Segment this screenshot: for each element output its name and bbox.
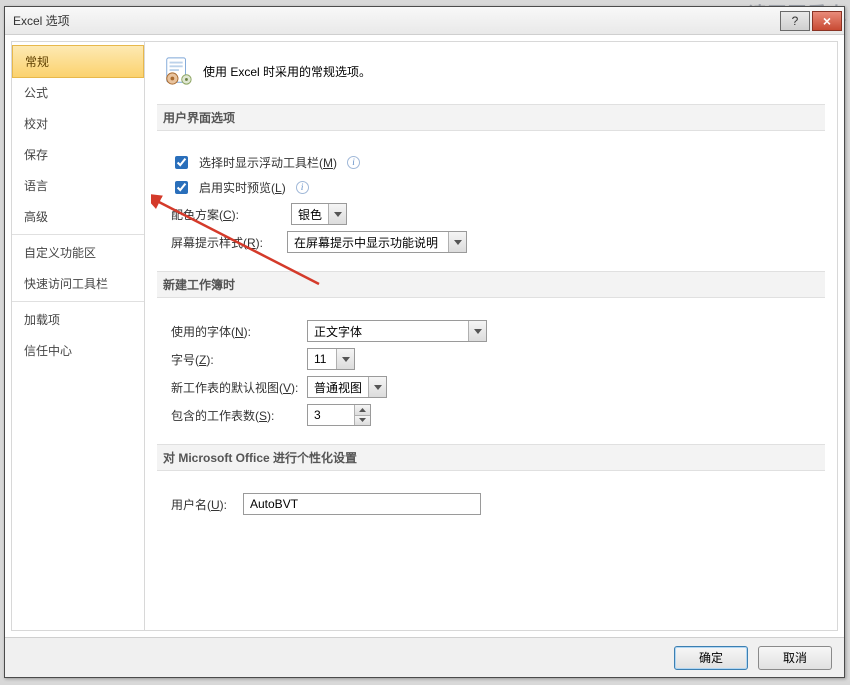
dropdown-button-icon[interactable] <box>468 321 486 341</box>
titlebar: Excel 选项 ? × <box>5 7 844 35</box>
new-workbook-group: 使用的字体(N): 正文字体 字号(Z): 11 <box>163 306 819 436</box>
close-button[interactable]: × <box>812 11 842 31</box>
info-icon[interactable]: i <box>296 181 309 194</box>
sidebar-item-formulas[interactable]: 公式 <box>12 77 144 108</box>
checkbox-mini-toolbar[interactable] <box>175 156 188 169</box>
sidebar-item-language[interactable]: 语言 <box>12 170 144 201</box>
section-title-personalize: 对 Microsoft Office 进行个性化设置 <box>157 444 825 471</box>
select-color-scheme-value: 银色 <box>292 204 328 224</box>
select-default-view[interactable]: 普通视图 <box>307 376 387 398</box>
sidebar-item-trust-center[interactable]: 信任中心 <box>12 335 144 366</box>
sidebar-item-general[interactable]: 常规 <box>12 45 144 78</box>
label-color-scheme: 配色方案(C): <box>171 206 239 223</box>
select-screentip-style[interactable]: 在屏幕提示中显示功能说明 <box>287 231 467 253</box>
sidebar-item-advanced[interactable]: 高级 <box>12 201 144 232</box>
ok-button[interactable]: 确定 <box>674 646 748 670</box>
label-mini-toolbar: 选择时显示浮动工具栏(M) <box>199 154 337 171</box>
dialog-window: Excel 选项 ? × 常规 公式 校对 保存 语言 高级 自定义功能区 快速… <box>4 6 845 678</box>
sidebar-item-customize-ribbon[interactable]: 自定义功能区 <box>12 237 144 268</box>
select-color-scheme[interactable]: 银色 <box>291 203 347 225</box>
select-default-view-value: 普通视图 <box>308 377 368 397</box>
options-icon <box>163 56 193 86</box>
input-username[interactable] <box>243 493 481 515</box>
content-area: 常规 公式 校对 保存 语言 高级 自定义功能区 快速访问工具栏 加载项 信任中… <box>5 35 844 637</box>
select-screentip-value: 在屏幕提示中显示功能说明 <box>288 232 448 252</box>
info-icon[interactable]: i <box>347 156 360 169</box>
dropdown-button-icon[interactable] <box>328 204 346 224</box>
sidebar-item-save[interactable]: 保存 <box>12 139 144 170</box>
dropdown-button-icon[interactable] <box>448 232 466 252</box>
sidebar-separator <box>12 234 144 235</box>
sidebar-item-addins[interactable]: 加载项 <box>12 304 144 335</box>
select-font-size-value: 11 <box>308 349 336 369</box>
sidebar-item-proofing[interactable]: 校对 <box>12 108 144 139</box>
spinner-sheet-count[interactable]: 3 <box>307 404 371 426</box>
select-font-size[interactable]: 11 <box>307 348 355 370</box>
window-title: Excel 选项 <box>13 12 778 29</box>
sidebar-separator <box>12 301 144 302</box>
dropdown-button-icon[interactable] <box>336 349 354 369</box>
label-sheet-count: 包含的工作表数(S): <box>171 407 299 424</box>
main-panel: 使用 Excel 时采用的常规选项。 用户界面选项 选择时显示浮动工具栏(M) … <box>145 41 838 631</box>
label-font-size: 字号(Z): <box>171 351 299 368</box>
dialog-footer: 确定 取消 <box>5 637 844 677</box>
label-screentip-style: 屏幕提示样式(R): <box>171 234 263 251</box>
ui-options-group: 选择时显示浮动工具栏(M) i 启用实时预览(L) i 配色方案(C): 银色 <box>163 139 819 263</box>
label-default-view: 新工作表的默认视图(V): <box>171 379 299 396</box>
spinner-sheet-count-value: 3 <box>308 405 354 425</box>
checkbox-live-preview[interactable] <box>175 181 188 194</box>
label-font: 使用的字体(N): <box>171 323 299 340</box>
sidebar-item-quick-access[interactable]: 快速访问工具栏 <box>12 268 144 299</box>
intro-text: 使用 Excel 时采用的常规选项。 <box>203 63 371 80</box>
intro-row: 使用 Excel 时采用的常规选项。 <box>163 56 819 86</box>
sidebar: 常规 公式 校对 保存 语言 高级 自定义功能区 快速访问工具栏 加载项 信任中… <box>11 41 145 631</box>
dropdown-button-icon[interactable] <box>368 377 386 397</box>
personalize-group: 用户名(U): <box>163 479 819 525</box>
section-title-ui: 用户界面选项 <box>157 104 825 131</box>
spinner-down-icon[interactable] <box>355 416 370 426</box>
dialog-body: 常规 公式 校对 保存 语言 高级 自定义功能区 快速访问工具栏 加载项 信任中… <box>5 35 844 677</box>
cancel-button[interactable]: 取消 <box>758 646 832 670</box>
select-font-value: 正文字体 <box>308 321 468 341</box>
label-username: 用户名(U): <box>171 496 235 513</box>
help-button[interactable]: ? <box>780 11 810 31</box>
label-live-preview: 启用实时预览(L) <box>199 179 286 196</box>
section-title-new-workbook: 新建工作簿时 <box>157 271 825 298</box>
spinner-up-icon[interactable] <box>355 405 370 416</box>
select-font[interactable]: 正文字体 <box>307 320 487 342</box>
